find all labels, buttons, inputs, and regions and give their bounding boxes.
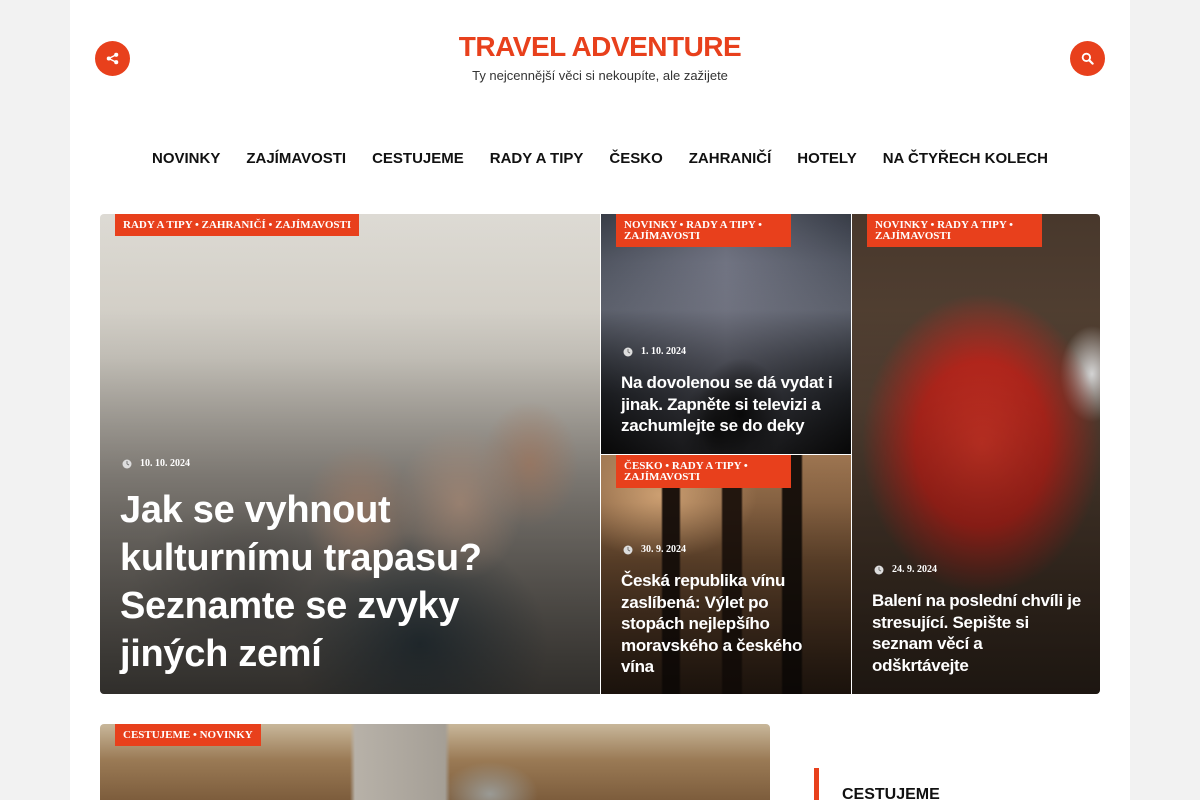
nav-item-cesko[interactable]: ČESKO (596, 150, 675, 167)
site-tagline: Ty nejcennější věci si nekoupíte, ale za… (472, 68, 728, 83)
clock-icon (874, 565, 884, 574)
nav-item-zajimavosti[interactable]: ZAJÍMAVOSTI (233, 150, 359, 167)
nav-item-na-ctyrech-kolech[interactable]: NA ČTYŘECH KOLECH (870, 150, 1061, 167)
search-icon (1081, 52, 1094, 65)
article-date-text: 10. 10. 2024 (140, 458, 190, 469)
sidebar-heading-text: CESTUJEME (842, 786, 940, 800)
article-card-cestujeme[interactable]: CESTUJEME • NOVINKY (100, 724, 770, 800)
article-date-text: 30. 9. 2024 (641, 544, 686, 555)
article-date-text: 1. 10. 2024 (641, 346, 686, 357)
article-title[interactable]: Balení na poslední chvíli je stresující.… (872, 590, 1082, 676)
site-title[interactable]: TRAVEL ADVENTURE (0, 31, 1200, 63)
article-title[interactable]: Na dovolenou se dá vydat i jinak. Zapnět… (621, 372, 836, 437)
article-date: 24. 9. 2024 (874, 564, 937, 575)
article-date: 30. 9. 2024 (623, 544, 686, 555)
article-date: 10. 10. 2024 (122, 458, 190, 469)
clock-icon (122, 459, 132, 468)
clock-icon (623, 545, 633, 554)
sidebar-section-heading: CESTUJEME (814, 768, 940, 800)
article-date: 1. 10. 2024 (623, 346, 686, 357)
article-title[interactable]: Česká republika vínu zaslíbená: Výlet po… (621, 570, 821, 678)
featured-article-packing[interactable]: NOVINKY • RADY A TIPY • ZAJÍMAVOSTI 24. … (852, 214, 1100, 694)
article-title[interactable]: Jak se vyhnout kulturnímu trapasu? Sezna… (120, 486, 540, 678)
main-navigation: NOVINKY ZAJÍMAVOSTI CESTUJEME RADY A TIP… (0, 150, 1200, 167)
featured-article-tv[interactable]: NOVINKY • RADY A TIPY • ZAJÍMAVOSTI 1. 1… (601, 214, 851, 454)
featured-grid: RADY A TIPY • ZAHRANIČÍ • ZAJÍMAVOSTI 10… (100, 214, 1100, 694)
nav-item-rady-a-tipy[interactable]: RADY A TIPY (477, 150, 597, 167)
article-date-text: 24. 9. 2024 (892, 564, 937, 575)
nav-item-cestujeme[interactable]: CESTUJEME (359, 150, 477, 167)
category-tags[interactable]: RADY A TIPY • ZAHRANIČÍ • ZAJÍMAVOSTI (115, 214, 360, 236)
search-button[interactable] (1070, 41, 1105, 76)
category-tags[interactable]: NOVINKY • RADY A TIPY • ZAJÍMAVOSTI (616, 214, 791, 247)
nav-item-hotely[interactable]: HOTELY (784, 150, 869, 167)
nav-item-zahranici[interactable]: ZAHRANIČÍ (676, 150, 785, 167)
category-tags[interactable]: ČESKO • RADY A TIPY • ZAJÍMAVOSTI (616, 455, 791, 488)
clock-icon (623, 347, 633, 356)
category-tags[interactable]: CESTUJEME • NOVINKY (115, 724, 261, 746)
category-tags[interactable]: NOVINKY • RADY A TIPY • ZAJÍMAVOSTI (867, 214, 1042, 247)
featured-article-wine[interactable]: ČESKO • RADY A TIPY • ZAJÍMAVOSTI 30. 9.… (601, 455, 851, 694)
featured-article-large[interactable]: RADY A TIPY • ZAHRANIČÍ • ZAJÍMAVOSTI 10… (100, 214, 600, 694)
nav-item-novinky[interactable]: NOVINKY (139, 150, 233, 167)
